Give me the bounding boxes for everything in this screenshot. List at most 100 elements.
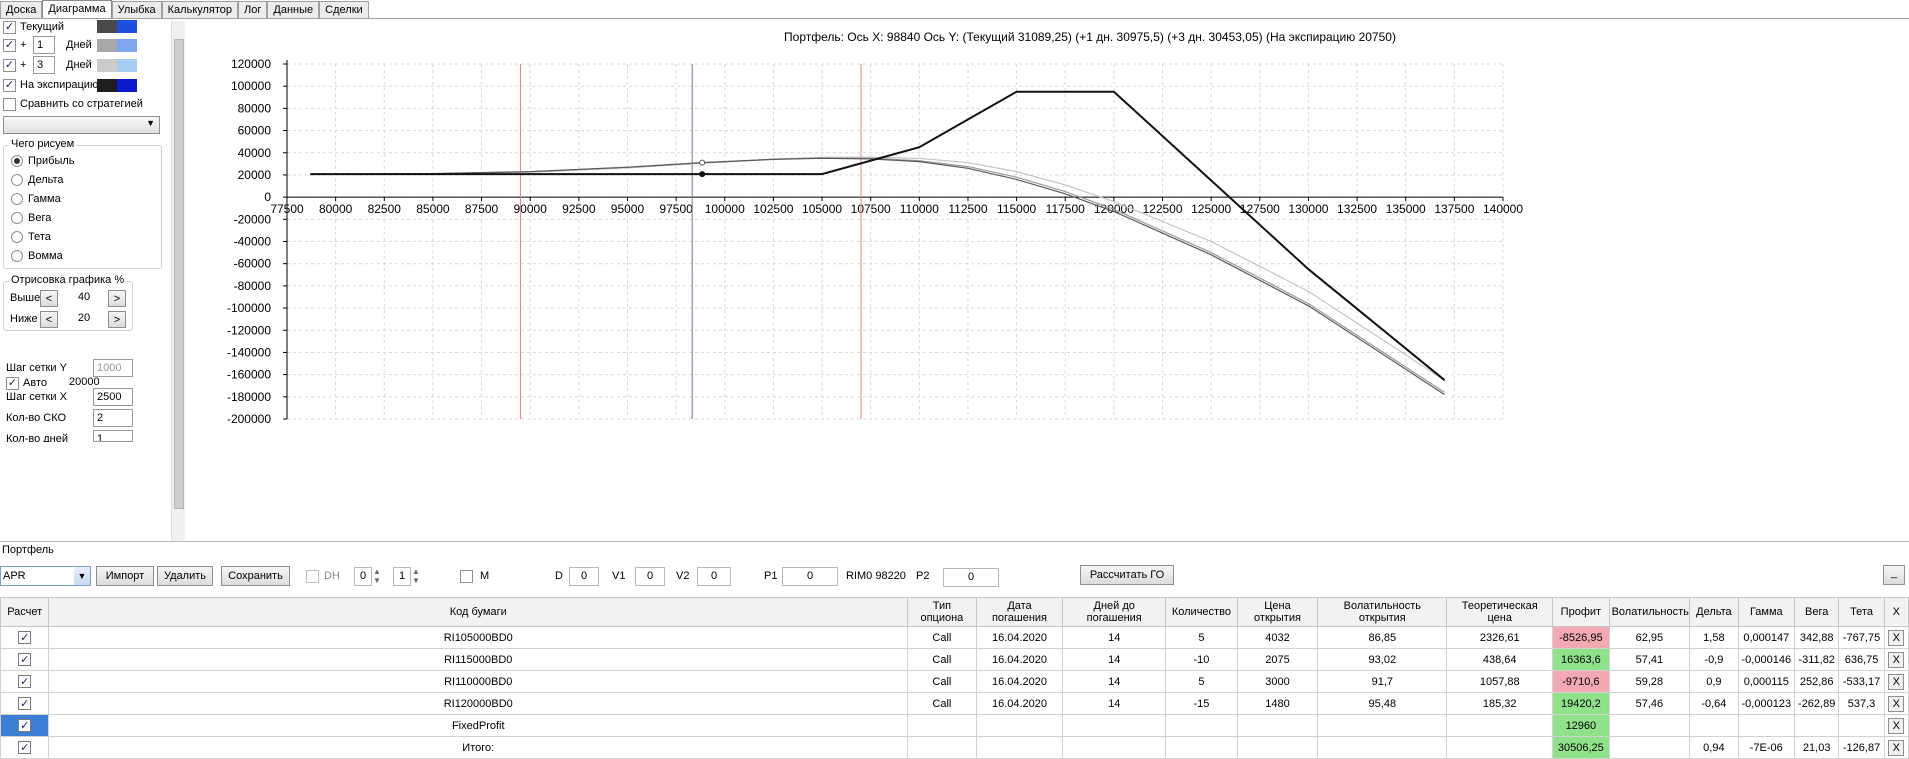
dh-spin-1-icon[interactable]: ▲ ▼ <box>373 567 381 585</box>
column-header[interactable]: Тета <box>1838 597 1885 627</box>
row-calc-checkbox[interactable]: ✓ <box>18 719 32 732</box>
cell-gamma: -0,000123 <box>1737 692 1796 715</box>
cell-days <box>1062 714 1167 737</box>
row-calc-checkbox[interactable]: ✓ <box>18 631 32 644</box>
cell-vol_open: 86,85 <box>1317 626 1448 649</box>
remove-row-button[interactable]: X <box>1888 651 1905 668</box>
calc-cell[interactable]: ✓ <box>0 714 50 737</box>
cell-type: Call <box>907 648 977 671</box>
dh-input-1[interactable]: 0 <box>354 567 372 586</box>
portfolio-select[interactable]: APR ▼ <box>0 566 91 586</box>
remove-row-button[interactable]: X <box>1888 739 1905 756</box>
d-input[interactable]: 0 <box>569 567 599 586</box>
remove-row-button[interactable]: X <box>1888 695 1905 712</box>
remove-row-button[interactable]: X <box>1888 717 1905 734</box>
delete-cell[interactable]: X <box>1883 626 1909 649</box>
y-tick-label: 40000 <box>238 146 272 160</box>
remove-row-button[interactable]: X <box>1888 673 1905 690</box>
table-row[interactable]: ✓ RI120000BD0 Call 16.04.2020 14 -15 1480 95,48… <box>0 692 1909 715</box>
cell-price: 3000 <box>1236 670 1319 693</box>
calc-cell[interactable]: ✓ <box>0 692 50 715</box>
cell-vol_open <box>1317 736 1448 759</box>
row-calc-checkbox[interactable]: ✓ <box>18 653 32 666</box>
column-header[interactable]: Тип опциона <box>907 597 977 627</box>
x-tick-label: 100000 <box>705 202 745 216</box>
v2-input[interactable]: 0 <box>697 567 731 586</box>
x-tick-label: 82500 <box>368 202 402 216</box>
remove-row-button[interactable]: X <box>1888 629 1905 646</box>
table-row[interactable]: ✓ RI105000BD0 Call 16.04.2020 14 5 4032 86,85 23… <box>0 626 1909 649</box>
table-row[interactable]: ✓ RI110000BD0 Call 16.04.2020 14 5 3000 91,7 105… <box>0 670 1909 693</box>
calc-cell[interactable]: ✓ <box>0 648 50 671</box>
row-calc-checkbox[interactable]: ✓ <box>18 675 32 688</box>
dh-input-2[interactable]: 1 <box>393 567 411 586</box>
column-header[interactable]: Гамма <box>1737 597 1796 627</box>
row-calc-checkbox[interactable]: ✓ <box>18 697 32 710</box>
calc-cell[interactable]: ✓ <box>0 670 50 693</box>
column-header[interactable]: Код бумаги <box>48 597 909 627</box>
y-tick-label: -80000 <box>234 279 272 293</box>
dh-checkbox[interactable] <box>306 570 319 583</box>
table-row[interactable]: ✓ RI115000BD0 Call 16.04.2020 14 -10 2075 93,02… <box>0 648 1909 671</box>
table-row[interactable]: ✓ FixedProfit 12960 X <box>0 714 1909 737</box>
y-tick-label: -160000 <box>227 368 271 382</box>
cell-delta: 0,9 <box>1689 670 1739 693</box>
minimize-button[interactable]: _ <box>1883 565 1905 585</box>
p1-input[interactable]: 0 <box>782 567 838 586</box>
rim-label: RIM0 98220 <box>846 570 906 582</box>
column-header[interactable]: Дней до погашения <box>1062 597 1167 627</box>
calc-cell[interactable]: ✓ <box>0 626 50 649</box>
cell-delta: -0,64 <box>1689 692 1739 715</box>
column-header[interactable]: Вега <box>1794 597 1840 627</box>
payoff-chart[interactable]: 120000100000800006000040000200000-20000-… <box>0 0 1909 540</box>
cell-delta <box>1689 714 1739 737</box>
calc-cell[interactable]: ✓ <box>0 736 50 759</box>
column-header[interactable]: Волатильность открытия <box>1317 597 1448 627</box>
p2-input[interactable]: 0 <box>943 568 999 587</box>
dh-spin-2-icon[interactable]: ▲ ▼ <box>412 567 420 585</box>
portfolio-header: Портфель <box>2 544 54 556</box>
delete-cell[interactable]: X <box>1883 714 1909 737</box>
column-header[interactable]: Цена открытия <box>1236 597 1319 627</box>
delete-button[interactable]: Удалить <box>157 566 213 586</box>
cell-price: 2075 <box>1236 648 1319 671</box>
delete-cell[interactable]: X <box>1883 670 1909 693</box>
delete-cell[interactable]: X <box>1883 692 1909 715</box>
cell-profit: 19420,2 <box>1552 692 1610 715</box>
column-header[interactable]: Теоретическая цена <box>1446 597 1554 627</box>
cell-gamma: 0,000147 <box>1737 626 1796 649</box>
column-header[interactable]: Волатильность <box>1608 597 1691 627</box>
cell-profit: -9710,6 <box>1552 670 1610 693</box>
cell-theo: 1057,88 <box>1446 670 1554 693</box>
cell-price <box>1236 714 1319 737</box>
cell-code: RI115000BD0 <box>48 648 909 671</box>
import-button[interactable]: Импорт <box>96 566 154 586</box>
calculate-go-button[interactable]: Рассчитать ГО <box>1080 565 1174 585</box>
save-button[interactable]: Сохранить <box>221 566 290 586</box>
d-label: D <box>555 570 563 582</box>
m-checkbox[interactable] <box>460 570 473 583</box>
column-header[interactable]: Расчет <box>0 597 50 627</box>
x-tick-label: 130000 <box>1288 202 1328 216</box>
column-header[interactable]: Дата погашения <box>975 597 1064 627</box>
cell-qty: 5 <box>1165 626 1238 649</box>
v1-input[interactable]: 0 <box>635 567 665 586</box>
cell-vol_open: 95,48 <box>1317 692 1448 715</box>
column-header[interactable]: X <box>1883 597 1909 627</box>
series-line <box>310 157 1445 393</box>
m-label: M <box>480 570 490 582</box>
delete-cell[interactable]: X <box>1883 648 1909 671</box>
cell-code: RI110000BD0 <box>48 670 909 693</box>
cell-vega: 252,86 <box>1794 670 1840 693</box>
cell-profit: 30506,25 <box>1552 736 1610 759</box>
column-header[interactable]: Профит <box>1552 597 1610 627</box>
column-header[interactable]: Дельта <box>1689 597 1739 627</box>
x-tick-label: 87500 <box>465 202 499 216</box>
cell-vol: 57,46 <box>1608 692 1691 715</box>
delete-cell[interactable]: X <box>1883 736 1909 759</box>
y-tick-label: 60000 <box>238 124 272 138</box>
row-calc-checkbox[interactable]: ✓ <box>18 741 32 754</box>
cell-gamma <box>1737 714 1796 737</box>
column-header[interactable]: Количество <box>1165 597 1238 627</box>
table-row[interactable]: ✓ Итого: 30506,25 0,94 -7E-06 21,03 -126,87 X <box>0 736 1909 759</box>
